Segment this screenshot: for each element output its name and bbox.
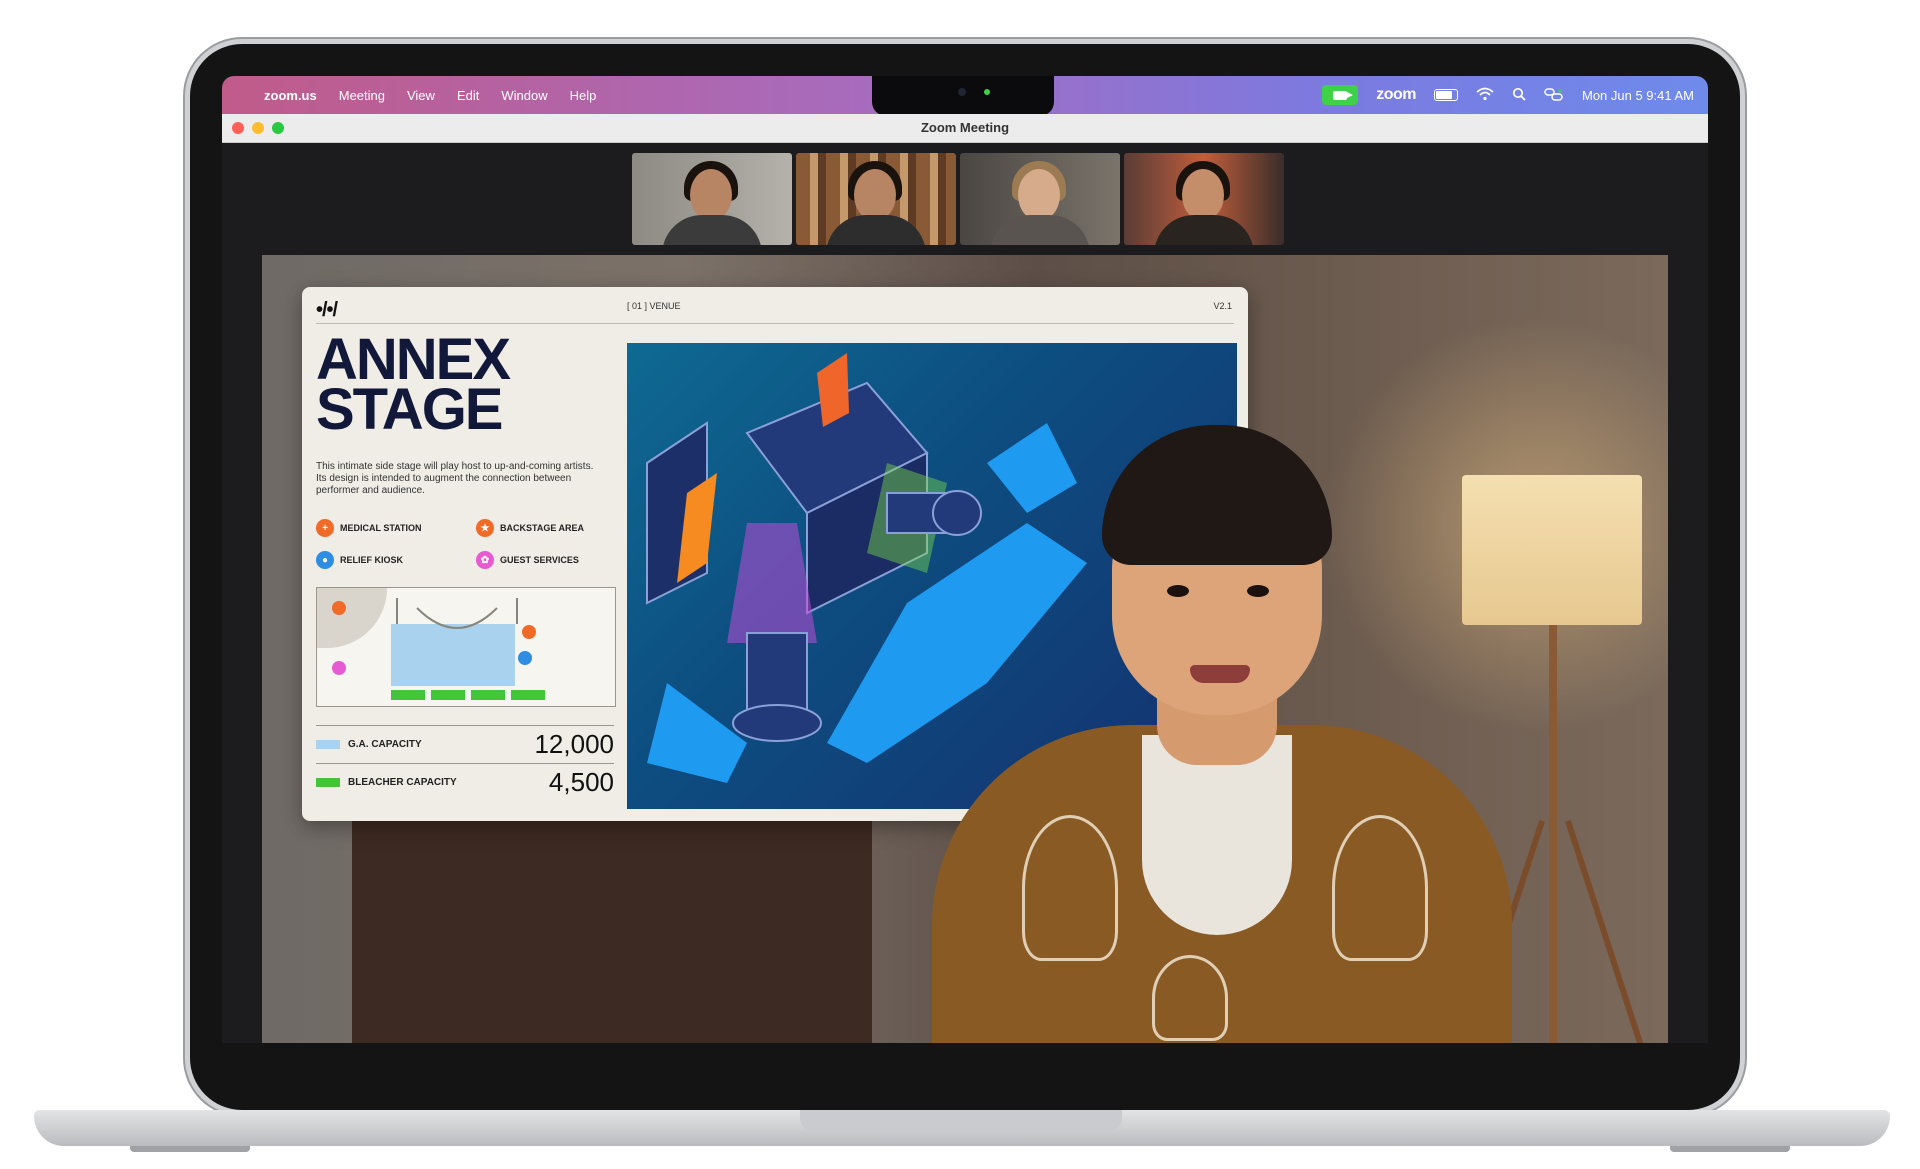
presentation-section-label: [ 01 ] VENUE (627, 301, 681, 311)
venue-minimap (316, 587, 616, 707)
camera-lens-icon (958, 88, 966, 96)
legend-item: ★ BACKSTAGE AREA (476, 519, 616, 537)
laptop-screen: zoom.us Meeting View Edit Window Help zo… (222, 76, 1708, 1043)
lamp-leg (1565, 819, 1645, 1043)
menu-app-name[interactable]: zoom.us (264, 88, 317, 103)
menu-item-view[interactable]: View (407, 88, 435, 103)
legend-item: + MEDICAL STATION (316, 519, 476, 537)
participant-thumbnail[interactable] (632, 153, 792, 245)
camera-notch (872, 76, 1054, 116)
laptop-foot-left (130, 1146, 250, 1152)
legend-item: ✿ GUEST SERVICES (476, 551, 616, 569)
capacity-label: BLEACHER CAPACITY (348, 776, 457, 788)
capacity-label: G.A. CAPACITY (348, 738, 422, 750)
presentation-title: ANNEX STAGE (316, 331, 511, 442)
participant-thumbnail[interactable] (960, 153, 1120, 245)
search-icon[interactable] (1512, 87, 1526, 104)
menu-item-window[interactable]: Window (501, 88, 547, 103)
guest-services-icon: ✿ (476, 551, 494, 569)
active-speaker-video[interactable]: •/•/ [ 01 ] VENUE V2.1 ANNEX STAGE This … (262, 255, 1668, 1043)
legend-label: BACKSTAGE AREA (500, 523, 585, 533)
control-center-icon[interactable] (1544, 87, 1564, 104)
legend: + MEDICAL STATION ★ BACKSTAGE AREA ● REL… (316, 519, 616, 569)
menu-item-edit[interactable]: Edit (457, 88, 479, 103)
menu-datetime[interactable]: Mon Jun 5 9:41 AM (1582, 88, 1694, 103)
medical-station-icon: + (316, 519, 334, 537)
window-titlebar[interactable]: Zoom Meeting (222, 114, 1708, 143)
backstage-area-icon: ★ (476, 519, 494, 537)
bleacher-swatch (316, 777, 340, 787)
camera-indicator-light (984, 89, 990, 95)
legend-label: RELIEF KIOSK (340, 555, 404, 565)
presentation-version: V2.1 (1213, 301, 1232, 311)
laptop-foot-right (1670, 1146, 1790, 1152)
legend-label: MEDICAL STATION (340, 523, 422, 533)
meeting-view: •/•/ [ 01 ] VENUE V2.1 ANNEX STAGE This … (222, 143, 1708, 1043)
zoom-video-status-icon[interactable] (1322, 85, 1359, 105)
ga-capacity-row: G.A. CAPACITY 12,000 (316, 725, 614, 762)
title-line-2: STAGE (316, 377, 504, 442)
window-title: Zoom Meeting (920, 120, 1010, 135)
capacity-value: 12,000 (534, 728, 614, 759)
ga-swatch (316, 739, 340, 749)
legend-label: GUEST SERVICES (500, 555, 579, 565)
capacity-value: 4,500 (548, 766, 614, 797)
participant-thumbnail[interactable] (796, 153, 956, 245)
bleacher-capacity-row: BLEACHER CAPACITY 4,500 (316, 763, 614, 800)
laptop-opening-notch (800, 1110, 1122, 1132)
zoom-menu-extra[interactable]: zoom (1376, 86, 1416, 104)
menu-item-help[interactable]: Help (570, 88, 597, 103)
menu-item-meeting[interactable]: Meeting (339, 88, 385, 103)
legend-item: ● RELIEF KIOSK (316, 551, 476, 569)
lamp-pole (1549, 625, 1557, 1043)
battery-icon[interactable] (1433, 89, 1458, 101)
bookshelf (352, 815, 872, 1043)
presentation-logo: •/•/ (316, 299, 338, 321)
participant-strip (632, 153, 1284, 245)
presentation-description: This intimate side stage will play host … (316, 461, 594, 496)
wifi-icon[interactable] (1476, 87, 1494, 104)
participant-thumbnail[interactable] (1124, 153, 1284, 245)
speaker-person (912, 395, 1532, 1043)
relief-kiosk-icon: ● (316, 551, 334, 569)
divider (316, 323, 1234, 324)
